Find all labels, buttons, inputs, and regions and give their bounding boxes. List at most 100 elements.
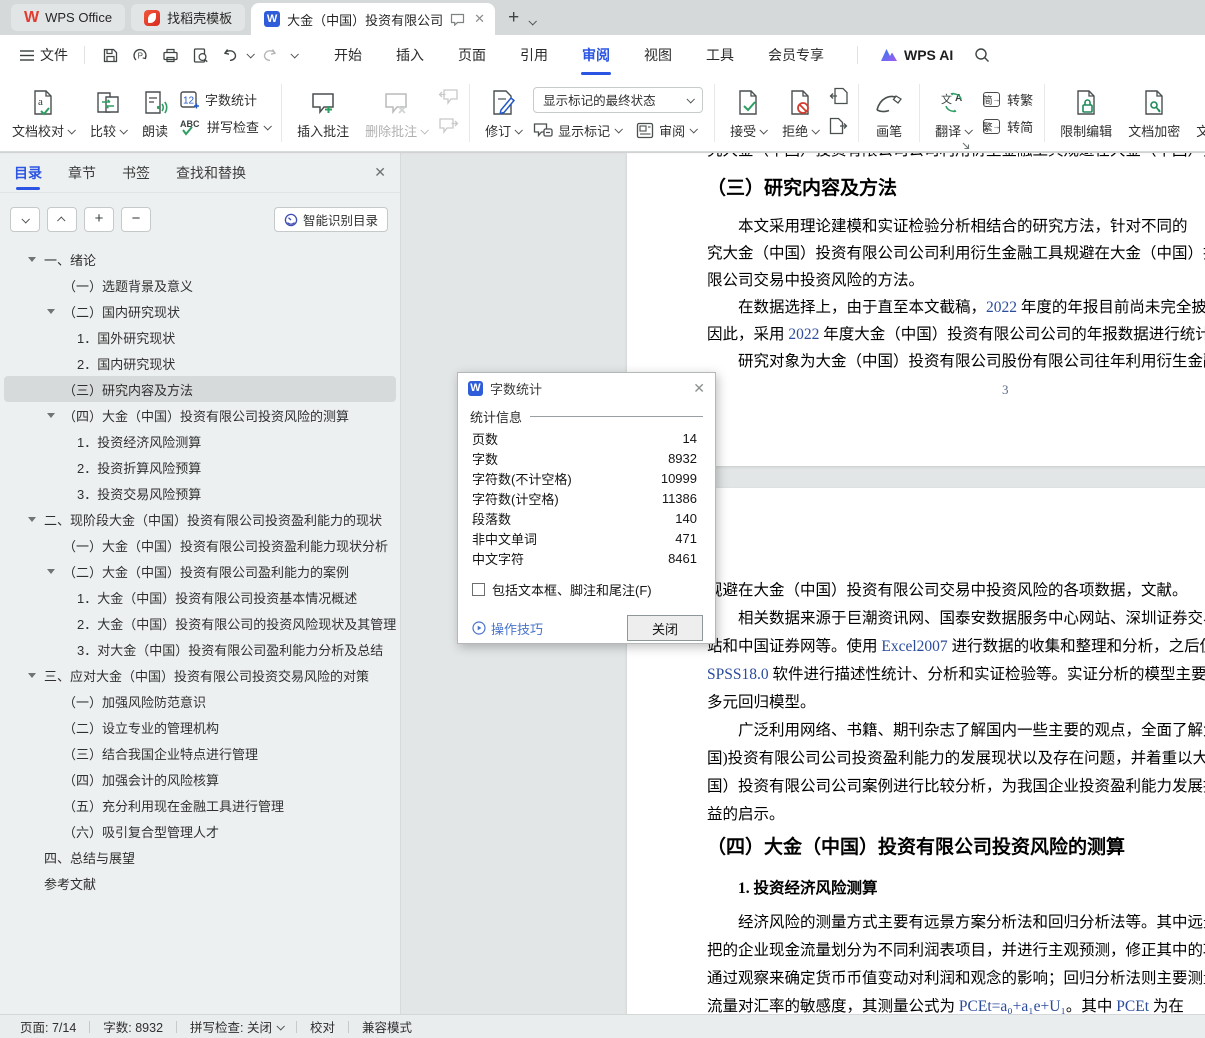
spell-check-button[interactable]: ABC 拼写检查 xyxy=(180,117,273,136)
close-dialog-icon[interactable]: ✕ xyxy=(693,380,705,397)
tab-list-chevron-icon[interactable] xyxy=(528,17,538,26)
outline-item[interactable]: （三）结合我国企业特点进行管理 xyxy=(4,740,396,766)
outline-item[interactable]: 3．对大金（中国）投资有限公司盈利能力分析及总结 xyxy=(4,636,396,662)
outline-item[interactable]: （一）大金（中国）投资有限公司投资盈利能力现状分析 xyxy=(4,532,396,558)
smart-toc-button[interactable]: 智能识别目录 xyxy=(273,207,388,232)
menu-tab-工具[interactable]: 工具 xyxy=(689,39,751,71)
sidebar-tab-书签[interactable]: 书签 xyxy=(122,154,150,192)
outline-item[interactable]: 1．投资经济风险测算 xyxy=(4,428,396,454)
outline-item[interactable]: （二）设立专业的管理机构 xyxy=(4,714,396,740)
previous-comment-button[interactable] xyxy=(438,88,459,110)
print-preview-button[interactable] xyxy=(187,43,213,67)
wps-ai-button[interactable]: WPS AI xyxy=(880,47,953,63)
collapse-arrow-icon[interactable] xyxy=(28,517,36,522)
collapse-arrow-icon[interactable] xyxy=(47,309,55,314)
next-comment-button[interactable] xyxy=(438,117,459,139)
finalize-document-button[interactable]: 文档定稿 xyxy=(1188,80,1205,146)
menu-tab-审阅[interactable]: 审阅 xyxy=(565,39,627,75)
menu-tab-插入[interactable]: 插入 xyxy=(379,39,441,71)
doc-proof-button[interactable]: a 文档校对 xyxy=(4,80,82,146)
review-pane-button[interactable]: 审阅 xyxy=(636,121,699,140)
close-tab-icon[interactable]: ✕ xyxy=(472,11,487,27)
insert-comment-button[interactable]: 插入批注 xyxy=(289,80,357,146)
outline-item[interactable]: 参考文献 xyxy=(4,870,396,896)
compare-button[interactable]: 比较 xyxy=(82,80,134,146)
outline-item[interactable]: 1．国外研究现状 xyxy=(4,324,396,350)
status-item[interactable]: 字数: 8932 xyxy=(103,1017,163,1036)
menu-tab-开始[interactable]: 开始 xyxy=(317,39,379,71)
collapse-arrow-icon[interactable] xyxy=(28,257,36,262)
expand-all-button[interactable] xyxy=(47,207,77,232)
outline-item[interactable]: （二）大金（中国）投资有限公司盈利能力的案例 xyxy=(4,558,396,584)
print-button[interactable] xyxy=(157,43,183,67)
search-button[interactable] xyxy=(969,43,995,67)
tips-link[interactable]: 操作技巧 xyxy=(472,619,543,638)
menu-tab-会员专享[interactable]: 会员专享 xyxy=(751,39,841,71)
outline-item[interactable]: 2．国内研究现状 xyxy=(4,350,396,376)
decrease-level-button[interactable]: − xyxy=(121,207,151,232)
tab-wps-office[interactable]: W WPS Office xyxy=(11,4,126,31)
outline-item[interactable]: 2．大金（中国）投资有限公司的投资风险现状及其管理 xyxy=(4,610,396,636)
pen-button[interactable]: 画笔 xyxy=(866,80,912,146)
outline-item[interactable]: 三、应对大金（中国）投资有限公司投资交易风险的对策 xyxy=(4,662,396,688)
menu-tab-引用[interactable]: 引用 xyxy=(503,39,565,71)
outline-item[interactable]: 3．投资交易风险预算 xyxy=(4,480,396,506)
collapse-all-button[interactable] xyxy=(10,207,40,232)
group-launcher-icon[interactable] xyxy=(962,137,970,150)
status-item[interactable]: 拼写检查: 关闭 xyxy=(190,1017,285,1036)
outline-item[interactable]: （四）大金（中国）投资有限公司投资风险的测算 xyxy=(4,402,396,428)
to-simplified-button[interactable]: 繁 转简 xyxy=(983,117,1033,136)
tab-document[interactable]: W 大金（中国）投资有限公司盈利 ✕ xyxy=(251,3,496,35)
new-tab-button[interactable]: + xyxy=(508,7,519,29)
export-pdf-button[interactable]: P xyxy=(127,43,153,67)
outline-item[interactable]: 四、总结与展望 xyxy=(4,844,396,870)
quick-access-chevron-icon[interactable] xyxy=(290,50,299,59)
save-button[interactable] xyxy=(97,43,123,67)
collapse-arrow-icon[interactable] xyxy=(47,413,55,418)
outline-item[interactable]: （三）研究内容及方法 xyxy=(4,376,396,402)
menu-tab-页面[interactable]: 页面 xyxy=(441,39,503,71)
outline-item[interactable]: （四）加强会计的风险核算 xyxy=(4,766,396,792)
tab-docer-templates[interactable]: 找稻壳模板 xyxy=(131,4,246,31)
status-item[interactable]: 页面: 7/14 xyxy=(20,1017,76,1036)
outline-item[interactable]: （五）充分利用现在金融工具进行管理 xyxy=(4,792,396,818)
outline-item[interactable]: 一、绪论 xyxy=(4,246,396,272)
redo-button[interactable] xyxy=(257,43,283,67)
increase-level-button[interactable]: + xyxy=(84,207,114,232)
outline-item[interactable]: （二）国内研究现状 xyxy=(4,298,396,324)
delete-comment-button[interactable]: 删除批注 xyxy=(357,80,435,146)
undo-history-chevron-icon[interactable] xyxy=(246,50,255,59)
undo-button[interactable] xyxy=(217,43,243,67)
next-change-button[interactable] xyxy=(829,117,848,140)
chevron-down-icon[interactable] xyxy=(276,1021,285,1031)
restrict-editing-button[interactable]: 限制编辑 xyxy=(1052,80,1120,146)
track-changes-button[interactable]: 修订 xyxy=(477,80,529,146)
menu-tab-视图[interactable]: 视图 xyxy=(627,39,689,71)
word-count-button[interactable]: 12 字数统计 xyxy=(180,90,270,109)
outline-item[interactable]: （一）选题背景及意义 xyxy=(4,272,396,298)
collapse-arrow-icon[interactable] xyxy=(47,569,55,574)
translate-button[interactable]: 文A 翻译 xyxy=(927,80,979,146)
read-aloud-button[interactable]: 朗读 xyxy=(134,80,176,146)
include-footnotes-checkbox-row[interactable]: 包括文本框、脚注和尾注(F) xyxy=(458,568,715,599)
previous-change-button[interactable] xyxy=(829,87,848,110)
encrypt-document-button[interactable]: 文档加密 xyxy=(1120,80,1188,146)
reject-change-button[interactable]: 拒绝 xyxy=(774,80,826,146)
sidebar-tab-目录[interactable]: 目录 xyxy=(14,154,42,192)
outline-item[interactable]: 二、现阶段大金（中国）投资有限公司投资盈利能力的现状 xyxy=(4,506,396,532)
accept-change-button[interactable]: 接受 xyxy=(722,80,774,146)
sidebar-tab-查找和替换[interactable]: 查找和替换 xyxy=(176,154,246,192)
show-markup-button[interactable]: 显示标记 xyxy=(533,121,624,140)
outline-item[interactable]: （一）加强风险防范意识 xyxy=(4,688,396,714)
close-dialog-button[interactable]: 关闭 xyxy=(627,615,703,641)
dialog-title-bar[interactable]: W 字数统计 ✕ xyxy=(458,373,715,403)
status-item[interactable]: 校对 xyxy=(310,1017,335,1036)
outline-item[interactable]: 2．投资折算风险预算 xyxy=(4,454,396,480)
sidebar-tab-章节[interactable]: 章节 xyxy=(68,154,96,192)
outline-item[interactable]: 1．大金（中国）投资有限公司投资基本情况概述 xyxy=(4,584,396,610)
close-sidebar-icon[interactable]: ✕ xyxy=(374,164,386,181)
to-traditional-button[interactable]: 简 转繁 xyxy=(983,90,1033,109)
file-menu-button[interactable]: 文件 xyxy=(14,41,74,69)
comment-bubble-icon[interactable] xyxy=(450,13,465,26)
status-item[interactable]: 兼容模式 xyxy=(362,1017,412,1036)
